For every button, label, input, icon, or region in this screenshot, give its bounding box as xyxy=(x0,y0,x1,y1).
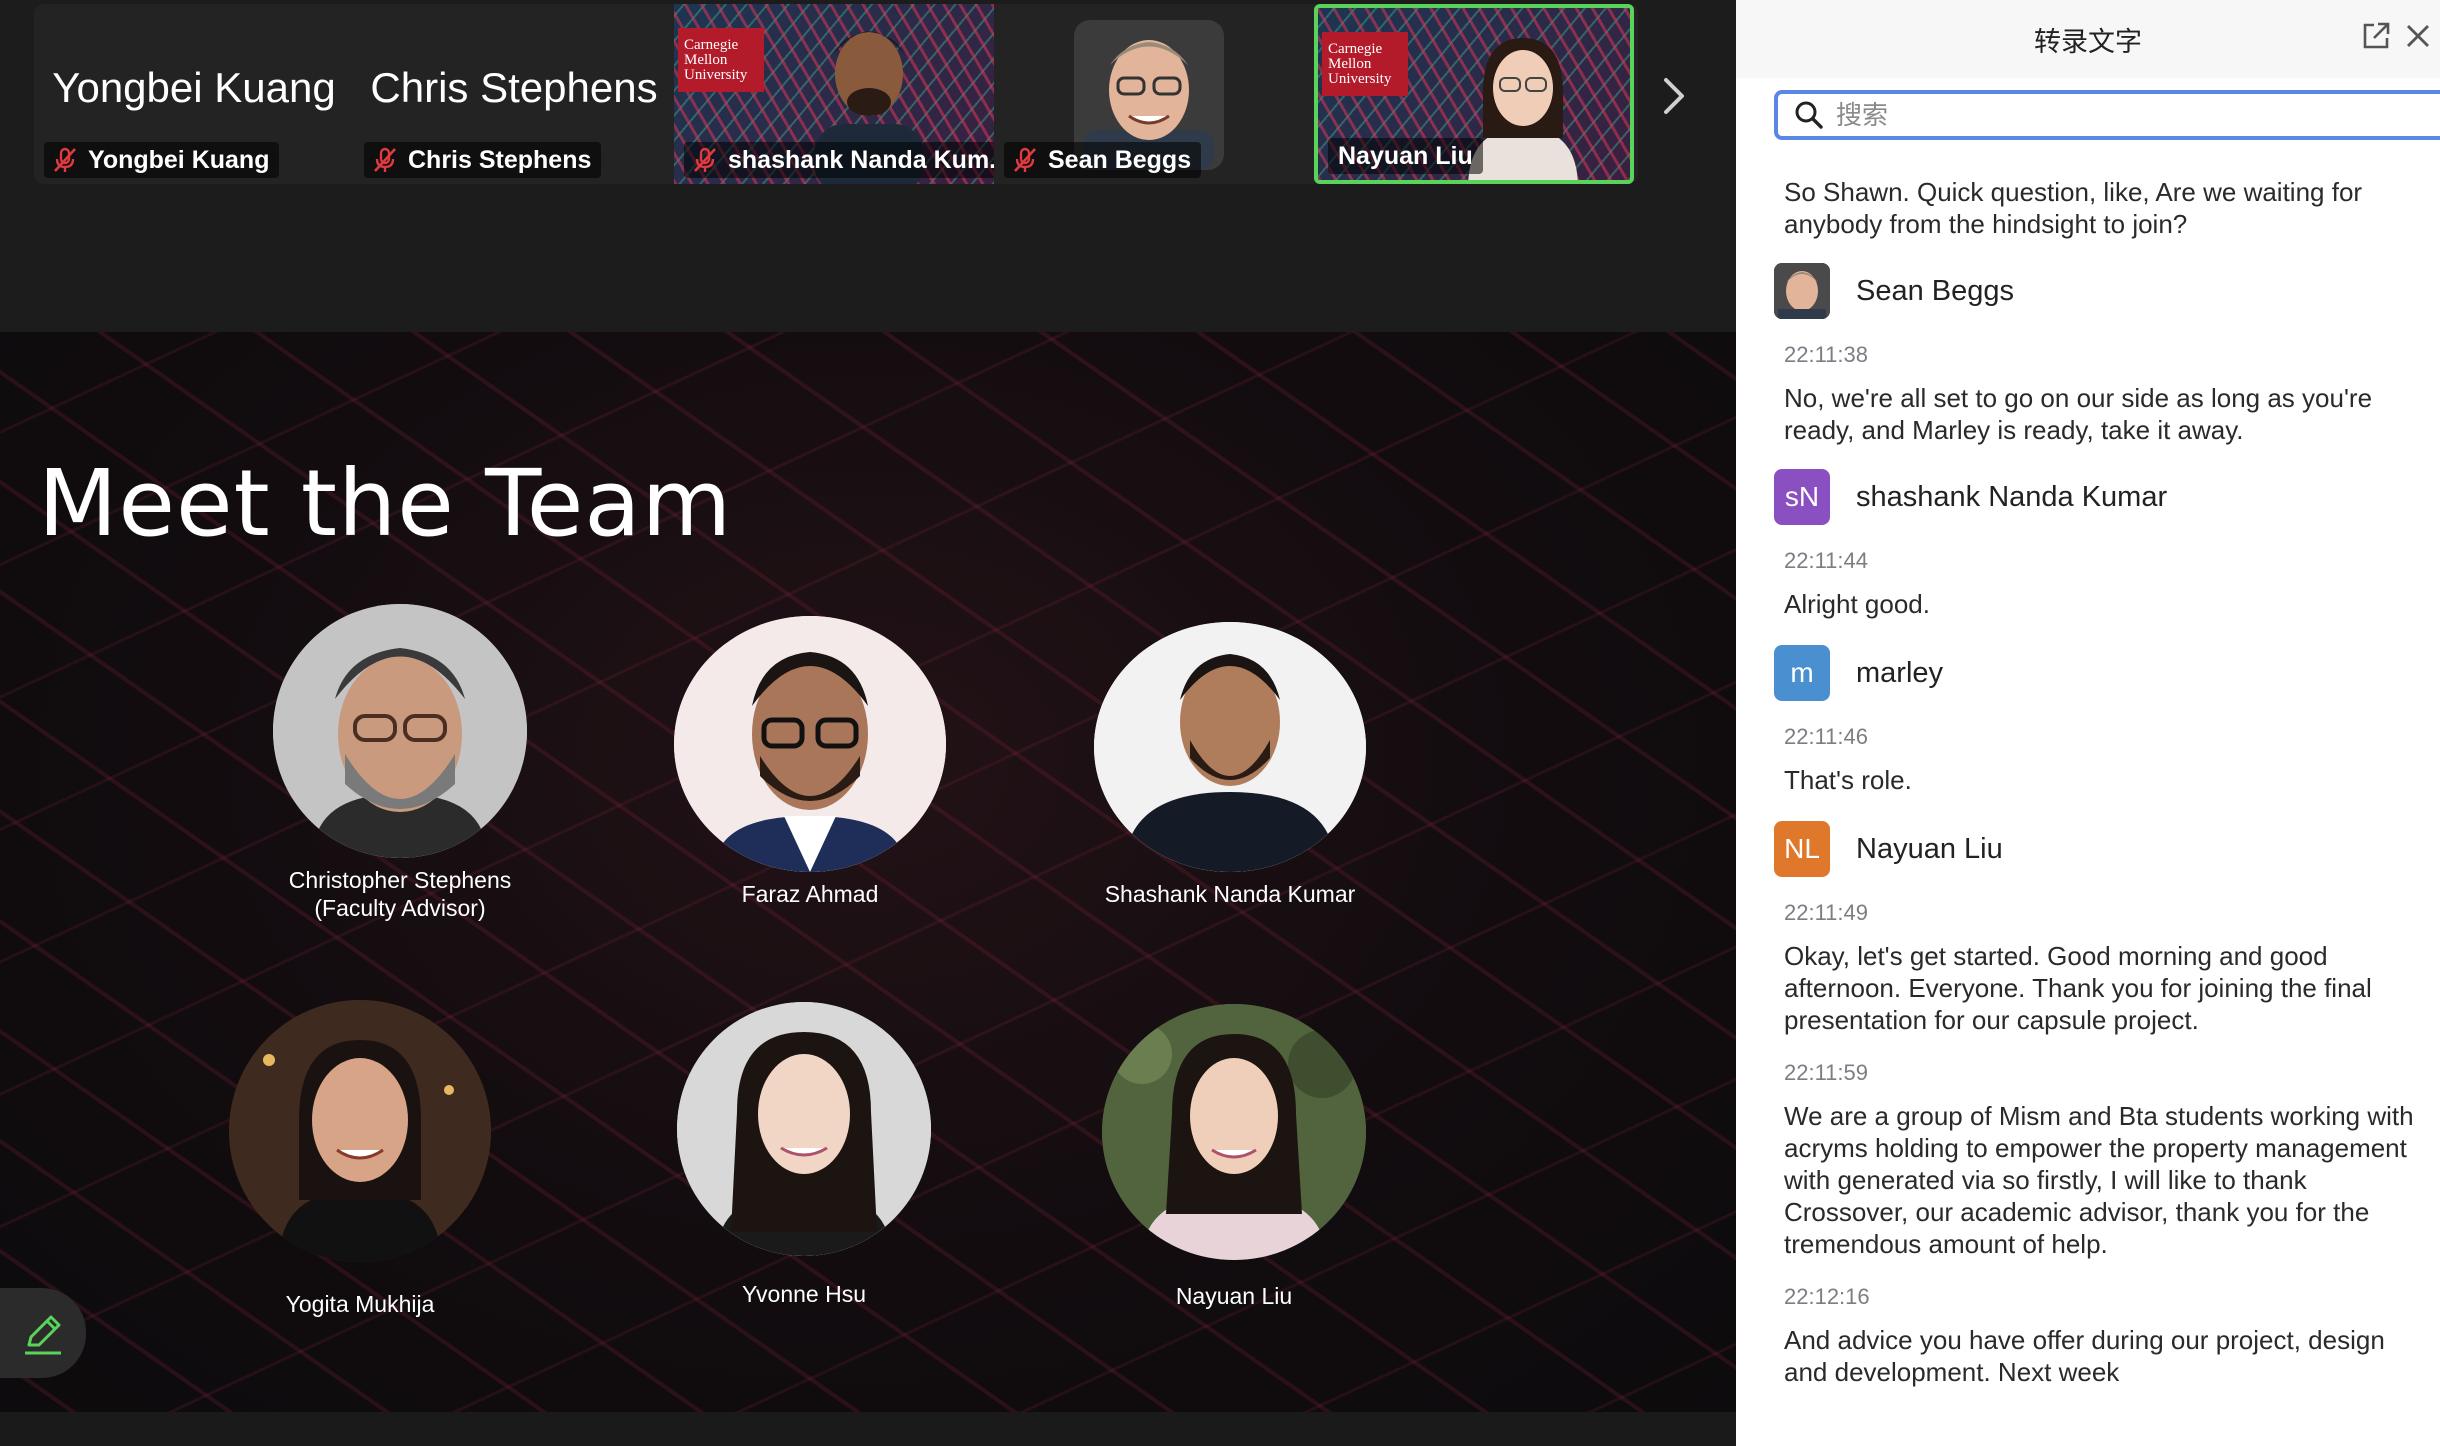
timestamp: 22:11:49 xyxy=(1784,900,1869,925)
transcript-text: That's role. xyxy=(1784,765,1912,795)
speaker-header: sN shashank Nanda Kumar xyxy=(1774,468,2167,526)
timestamp: 22:12:16 xyxy=(1784,1284,1870,1309)
participant-display-name: Yongbei Kuang xyxy=(52,64,336,111)
member-name: Yvonne Hsu xyxy=(741,1281,867,1307)
participant-tile-shashank[interactable]: Carnegie Mellon University shashank Nand… xyxy=(674,4,994,184)
video-button[interactable] xyxy=(200,1430,240,1446)
annotate-button[interactable] xyxy=(0,1288,86,1378)
timestamp: 22:11:59 xyxy=(1784,1060,1869,1085)
participant-tile-nayuan-liu[interactable]: Carnegie Mellon University Nayuan Liu xyxy=(1314,4,1634,184)
member-photo xyxy=(1094,622,1366,872)
participant-name: Yongbei Kuang xyxy=(88,145,270,174)
transcript-text: So Shawn. Quick question, like, Are we w… xyxy=(1784,177,2363,239)
mic-muted-icon xyxy=(54,147,76,172)
search-box[interactable] xyxy=(1774,90,2440,140)
close-button[interactable] xyxy=(2402,20,2434,52)
participant-name: Nayuan Liu xyxy=(1338,141,1473,170)
slide-title: Meet the Team xyxy=(38,450,733,557)
team-member-card: Shashank Nanda Kumar xyxy=(1090,622,1370,908)
search-icon xyxy=(1795,101,1823,129)
search-input[interactable] xyxy=(1836,99,2396,131)
team-member-card: Yogita Mukhija xyxy=(220,1000,500,1318)
team-member-card: Faraz Ahmad xyxy=(670,616,950,908)
mic-muted-icon xyxy=(1014,147,1036,172)
participant-name: shashank Nanda Kum... xyxy=(728,145,994,174)
popout-button[interactable] xyxy=(2360,20,2392,52)
transcript-text: And advice you have offer during our pro… xyxy=(1784,1325,2385,1387)
avatar: m xyxy=(1774,645,1830,701)
pencil-icon xyxy=(25,1315,61,1355)
speaker-name: shashank Nanda Kumar xyxy=(1856,480,2168,513)
member-name: Shashank Nanda Kumar xyxy=(1104,881,1356,907)
security-button[interactable] xyxy=(620,1430,660,1446)
participant-label: Sean Beggs xyxy=(1004,142,1202,178)
transcript-text: Alright good. xyxy=(1784,589,1930,619)
participant-strip: Yongbei Kuang Yongbei Kuang Chris Stephe… xyxy=(34,4,1638,184)
speaker-name: Nayuan Liu xyxy=(1856,832,2003,865)
chevron-right-icon xyxy=(1664,78,1684,114)
timestamp: 22:11:46 xyxy=(1784,724,1869,749)
timestamp: 22:11:44 xyxy=(1784,548,1869,573)
mute-button[interactable] xyxy=(20,1430,60,1446)
next-page-button[interactable] xyxy=(1656,72,1692,120)
member-name: Nayuan Liu xyxy=(1175,1283,1293,1309)
cmu-logo: Carnegie Mellon University xyxy=(1322,32,1408,96)
team-member-card: Nayuan Liu xyxy=(1094,1004,1374,1310)
panel-title: 转录文字 xyxy=(2034,27,2142,57)
meeting-toolbar xyxy=(0,1412,1736,1446)
speaker-header: m marley xyxy=(1774,644,1943,702)
member-photo xyxy=(677,1002,931,1256)
member-photo xyxy=(229,1000,491,1262)
zoom-app: Yongbei Kuang Yongbei Kuang Chris Stephe… xyxy=(0,0,2440,1446)
speaker-name: Sean Beggs xyxy=(1856,274,2015,307)
timestamp: 22:11:38 xyxy=(1784,342,1869,367)
mic-muted-icon xyxy=(374,147,396,172)
member-photo xyxy=(674,616,946,872)
member-photo xyxy=(273,604,527,858)
transcript-text: We are a group of Mism and Bta students … xyxy=(1784,1101,2414,1259)
chat-button[interactable] xyxy=(1110,1430,1150,1446)
participant-label: Chris Stephens xyxy=(364,142,602,178)
participant-tile-yongbei-kuang[interactable]: Yongbei Kuang Yongbei Kuang xyxy=(34,4,354,184)
participant-tile-sean-beggs[interactable]: Sean Beggs xyxy=(994,4,1314,184)
participant-label: shashank Nanda Kum... xyxy=(684,142,994,178)
team-member-card: Yvonne Hsu xyxy=(664,1002,944,1308)
transcript-panel: 转录文字 S xyxy=(1736,0,2440,1446)
participant-label: Yongbei Kuang xyxy=(44,142,280,178)
participant-name: Chris Stephens xyxy=(408,145,592,174)
member-name: Yogita Mukhija xyxy=(285,1291,435,1317)
speaker-name: marley xyxy=(1856,656,1944,689)
leave-button[interactable] xyxy=(1640,1430,1680,1446)
avatar: sN xyxy=(1774,469,1830,525)
avatar xyxy=(1774,263,1830,319)
transcript-list: So Shawn. Quick question, like, Are we w… xyxy=(1736,148,2440,1446)
participant-tile-chris-stephens[interactable]: Chris Stephens Chris Stephens xyxy=(354,4,674,184)
cmu-logo: Carnegie Mellon University xyxy=(678,28,764,92)
participant-display-name: Chris Stephens xyxy=(370,64,658,111)
participant-label: Nayuan Liu xyxy=(1328,138,1483,174)
member-photo xyxy=(1102,1004,1366,1260)
shared-screen: Meet the Team Christopher Stephens (Facu… xyxy=(0,332,1736,1412)
speaker-header: Sean Beggs xyxy=(1774,262,2014,320)
member-name: Christopher Stephens (Faculty Advisor) xyxy=(288,867,512,921)
meeting-area: Yongbei Kuang Yongbei Kuang Chris Stephe… xyxy=(0,0,1736,1446)
avatar: NL xyxy=(1774,821,1830,877)
mic-muted-icon xyxy=(694,147,716,172)
panel-header: 转录文字 xyxy=(1736,0,2440,78)
reactions-button[interactable] xyxy=(1460,1430,1500,1446)
share-screen-button[interactable] xyxy=(950,1430,990,1446)
participants-button[interactable] xyxy=(780,1430,820,1446)
team-member-card: Christopher Stephens (Faculty Advisor) xyxy=(260,604,540,922)
speaker-header: NL Nayuan Liu xyxy=(1774,820,2003,878)
member-name: Faraz Ahmad xyxy=(741,881,879,907)
popout-icon xyxy=(2363,22,2390,49)
participant-name: Sean Beggs xyxy=(1048,145,1192,174)
transcript-text: Okay, let's get started. Good morning an… xyxy=(1784,941,2372,1035)
transcript-text: No, we're all set to go on our side as l… xyxy=(1784,383,2373,445)
close-icon xyxy=(2407,25,2429,47)
